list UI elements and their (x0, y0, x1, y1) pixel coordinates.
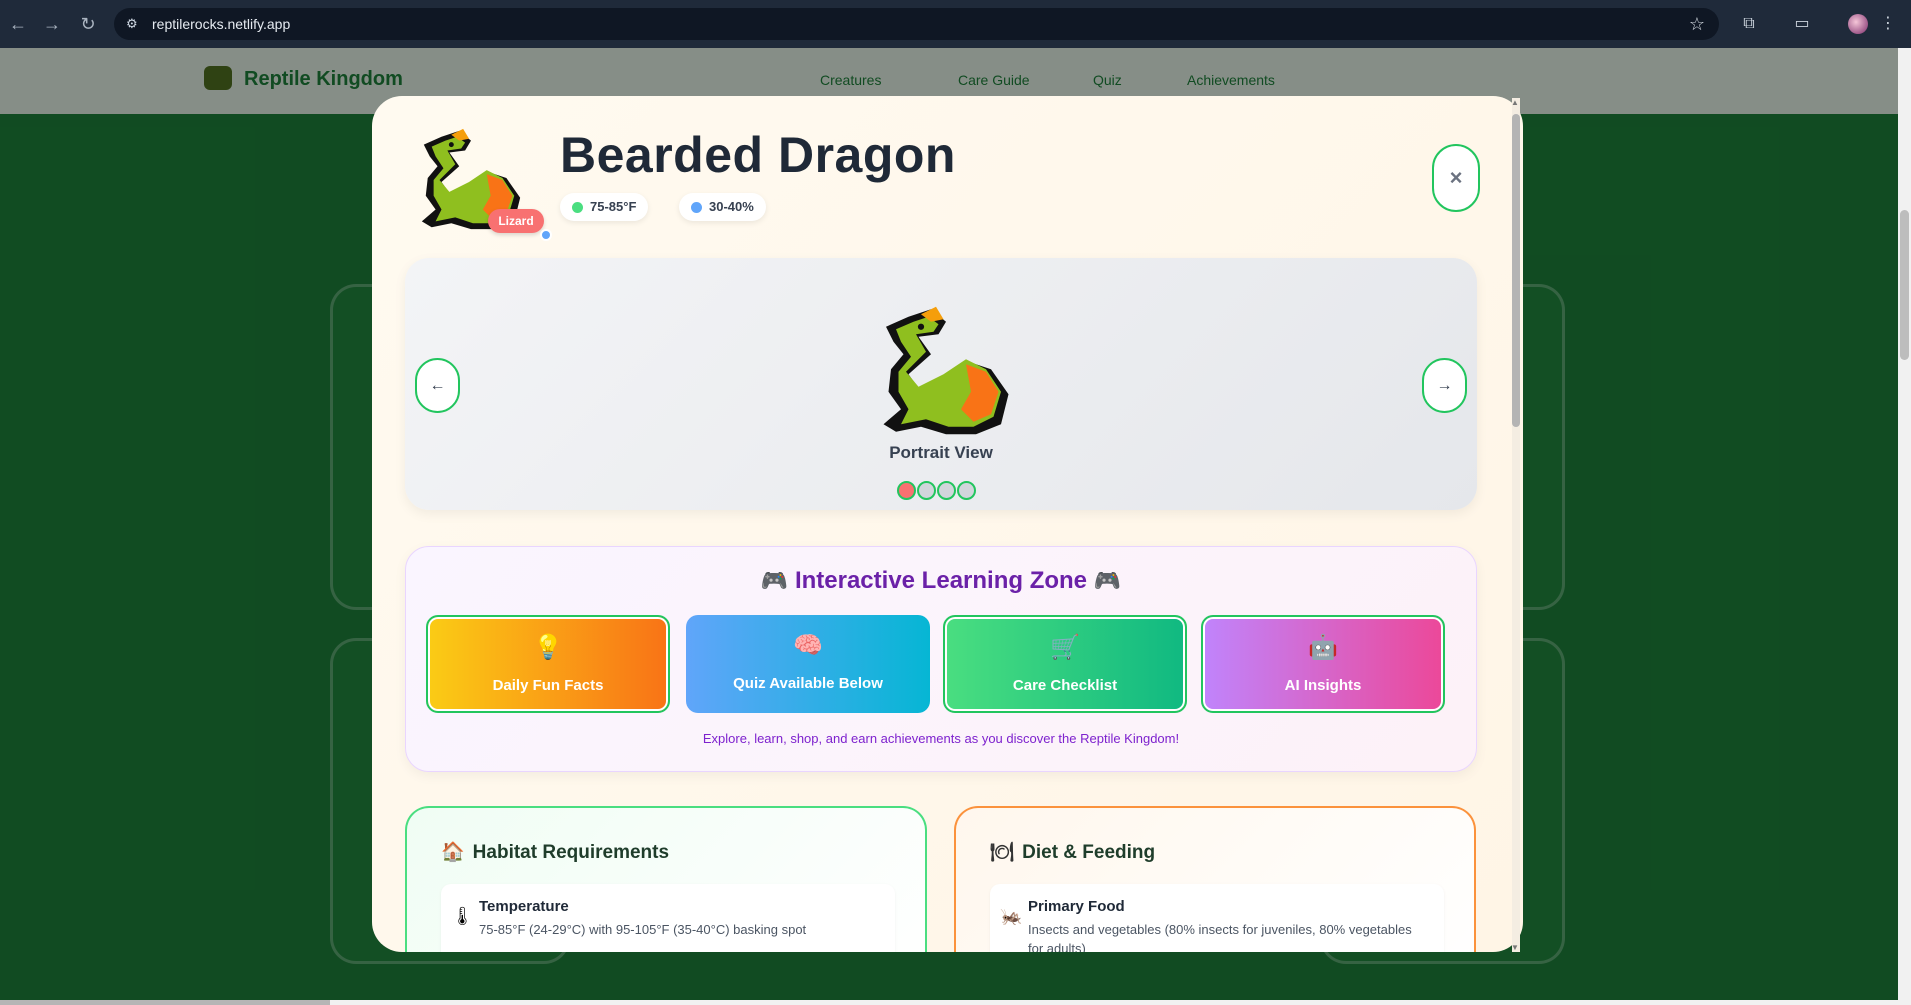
status-dot (540, 229, 552, 241)
scroll-up-icon[interactable]: ▲ (1511, 98, 1519, 107)
page-scrollbar[interactable] (1898, 48, 1911, 1005)
robot-icon: 🤖 (1308, 634, 1338, 661)
ai-insights-label: AI Insights (1284, 677, 1362, 694)
gallery-indicators (897, 480, 987, 502)
learning-zone-title: 🎮 Interactive Learning Zone 🎮 (406, 567, 1476, 595)
creature-detail-modal: Lizard Bearded Dragon 75-85°F 30-40% × ←… (372, 96, 1523, 952)
creature-title: Bearded Dragon (560, 127, 956, 183)
gallery-prev-button[interactable]: ← (415, 358, 460, 413)
temperature-dot-icon (572, 202, 583, 213)
profile-avatar[interactable] (1848, 14, 1868, 34)
learning-zone-footer: Explore, learn, shop, and earn achieveme… (702, 731, 1180, 746)
browser-toolbar: ← → ↻ ⚙ reptilerocks.netlify.app ☆ ⧉ ▭ ⋮ (0, 0, 1911, 48)
menu-icon[interactable]: ⋮ (1876, 12, 1900, 36)
habitat-card: 🏠 Habitat Requirements 🌡 Temperature 75-8… (405, 806, 927, 952)
dragon-portrait-image (883, 306, 1009, 435)
gallery-dot[interactable] (937, 481, 956, 500)
gallery-dot[interactable] (897, 481, 916, 500)
lightbulb-icon: 💡 (533, 634, 563, 661)
address-bar[interactable]: ⚙ reptilerocks.netlify.app ☆ (114, 8, 1719, 40)
gamepad-icon: 🎮 (760, 568, 789, 593)
gallery-caption: Portrait View (889, 443, 993, 462)
horizontal-scrollbar[interactable] (0, 1000, 1898, 1005)
primary-food-row: 🦗 Primary Food Insects and vegetables (8… (990, 884, 1444, 952)
gallery-dot[interactable] (957, 481, 976, 500)
habitat-title-text: Habitat Requirements (472, 842, 670, 863)
scroll-down-icon[interactable]: ▼ (1511, 943, 1519, 952)
cast-icon[interactable]: ▭ (1790, 12, 1814, 36)
humidity-pill: 30-40% (679, 193, 766, 221)
fun-facts-label: Daily Fun Facts (492, 677, 604, 694)
temperature-pill: 75-85°F (560, 193, 649, 221)
bookmark-star-icon[interactable]: ☆ (1689, 14, 1705, 35)
ai-insights-button[interactable]: 🤖 AI Insights (1201, 615, 1445, 713)
humidity-dot-icon (691, 202, 702, 213)
modal-scrollbar[interactable]: ▲ ▼ (1509, 98, 1523, 952)
diet-title-text: Diet & Feeding (1022, 842, 1156, 863)
gamepad-icon: 🎮 (1093, 568, 1122, 593)
brain-icon: 🧠 (793, 632, 823, 659)
quiz-label: Quiz Available Below (733, 675, 883, 692)
site-settings-icon[interactable]: ⚙ (126, 16, 142, 32)
gallery-dot[interactable] (917, 481, 936, 500)
care-checklist-label: Care Checklist (1012, 677, 1118, 694)
quiz-button[interactable]: 🧠 Quiz Available Below (686, 615, 930, 713)
temperature-heading: Temperature (479, 898, 569, 915)
type-badge: Lizard (488, 209, 544, 233)
reload-icon[interactable]: ↻ (76, 12, 100, 36)
url-text[interactable]: reptilerocks.netlify.app (152, 16, 290, 32)
learning-zone-title-text: Interactive Learning Zone (794, 567, 1088, 594)
thermometer-icon: 🌡 (451, 906, 474, 926)
plate-icon: 🍽 (990, 842, 1015, 863)
shopping-cart-icon: 🛒 (1050, 634, 1080, 661)
temperature-description: 75-85°F (24-29°C) with 95-105°F (35-40°C… (479, 922, 807, 937)
temperature-row: 🌡 Temperature 75-85°F (24-29°C) with 95-… (441, 884, 895, 952)
back-icon[interactable]: ← (6, 12, 30, 36)
image-gallery: ← Portrait View → (405, 258, 1477, 510)
primary-food-description: Insects and vegetables (80% insects for … (1028, 922, 1412, 952)
fun-facts-button[interactable]: 💡 Daily Fun Facts (426, 615, 670, 713)
close-button[interactable]: × (1432, 144, 1480, 212)
extensions-icon[interactable]: ⧉ (1737, 12, 1761, 36)
cricket-icon: 🦗 (1000, 906, 1023, 926)
care-checklist-button[interactable]: 🛒 Care Checklist (943, 615, 1187, 713)
diet-card: 🍽 Diet & Feeding 🦗 Primary Food Insects a… (954, 806, 1476, 952)
learning-zone: 🎮 Interactive Learning Zone 🎮 💡 Daily Fu… (405, 546, 1477, 772)
humidity-value: 30-40% (709, 199, 754, 214)
diet-title: 🍽 Diet & Feeding (990, 840, 1155, 864)
forward-icon[interactable]: → (40, 12, 64, 36)
gallery-next-button[interactable]: → (1422, 358, 1467, 413)
house-icon: 🏠 (441, 842, 465, 863)
primary-food-heading: Primary Food (1028, 898, 1125, 915)
habitat-title: 🏠 Habitat Requirements (441, 840, 669, 864)
temperature-value: 75-85°F (590, 199, 637, 214)
